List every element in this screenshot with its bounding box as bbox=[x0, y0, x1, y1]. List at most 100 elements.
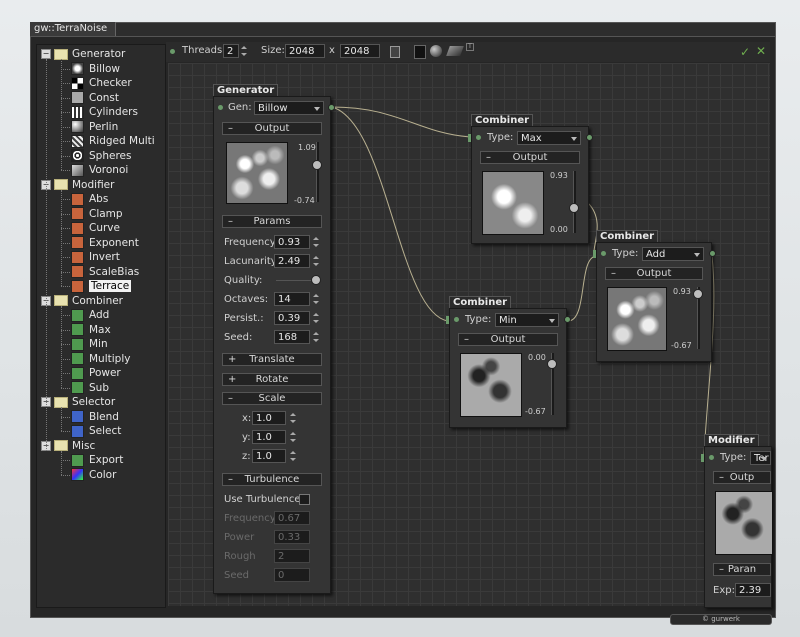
tree-item-billow[interactable]: Billow bbox=[71, 62, 120, 76]
tree-group-modifier[interactable]: − Modifier bbox=[41, 178, 114, 192]
modifier-output-section[interactable]: – Outp bbox=[713, 471, 771, 484]
combiner-add-slider-knob[interactable] bbox=[693, 289, 703, 299]
threads-input[interactable]: 2 bbox=[223, 44, 239, 58]
t-seed-input[interactable]: 0 bbox=[274, 568, 310, 582]
gen-params-section[interactable]: – Params bbox=[222, 215, 322, 228]
combiner-max-output-section[interactable]: – Output bbox=[480, 151, 580, 164]
threads-spinner[interactable] bbox=[240, 44, 247, 58]
tree-group-misc[interactable]: − Misc bbox=[41, 439, 95, 453]
combiner-add-input-port[interactable] bbox=[593, 250, 596, 258]
t-frequency-input[interactable]: 0.67 bbox=[274, 511, 310, 525]
gen-output-slider-knob[interactable] bbox=[312, 160, 322, 170]
octaves-spinner[interactable] bbox=[312, 292, 319, 306]
scale-z-spinner[interactable] bbox=[289, 449, 296, 463]
tree-item-checker[interactable]: Checker bbox=[71, 76, 132, 90]
quality-slider-knob[interactable] bbox=[311, 275, 321, 285]
tree-item-voronoi[interactable]: Voronoi bbox=[71, 163, 128, 177]
modifier-type-select[interactable]: Ter bbox=[750, 451, 771, 465]
collapse-icon[interactable]: − bbox=[41, 49, 51, 59]
combiner-min-slider-knob[interactable] bbox=[547, 359, 557, 369]
gen-type-select[interactable]: Billow bbox=[254, 101, 324, 115]
lock-icon[interactable] bbox=[390, 46, 400, 58]
tree-item-perlin[interactable]: Perlin bbox=[71, 120, 118, 134]
lacunarity-input[interactable]: 2.49 bbox=[274, 254, 310, 268]
tree-item-exponent[interactable]: Exponent bbox=[71, 236, 139, 250]
modifier-params-section[interactable]: – Paran bbox=[713, 563, 771, 576]
tree-item-add[interactable]: Add bbox=[71, 308, 109, 322]
tree-item-blend[interactable]: Blend bbox=[71, 410, 119, 424]
combiner-max-slider-knob[interactable] bbox=[569, 203, 579, 213]
scale-y-input[interactable]: 1.0 bbox=[252, 430, 286, 444]
sphere-preview-icon[interactable] bbox=[430, 45, 442, 57]
gen-turbulence-section[interactable]: – Turbulence bbox=[222, 473, 322, 486]
tree-item-scalebias[interactable]: ScaleBias bbox=[71, 265, 139, 279]
lacunarity-spinner[interactable] bbox=[312, 254, 319, 268]
gen-scale-section[interactable]: – Scale bbox=[222, 392, 322, 405]
combiner-add-type-select[interactable]: Add bbox=[642, 247, 704, 261]
combiner-max-slider[interactable] bbox=[573, 171, 576, 233]
combiner-max-type-select[interactable]: Max bbox=[517, 131, 581, 145]
combiner-add-output-section[interactable]: – Output bbox=[605, 267, 703, 280]
combiner-add-output-port[interactable] bbox=[709, 250, 716, 257]
plane-preview-icon[interactable] bbox=[446, 46, 464, 56]
close-icon[interactable]: ✕ bbox=[756, 44, 766, 58]
scale-y-spinner[interactable] bbox=[289, 430, 296, 444]
generator-output-port[interactable] bbox=[328, 104, 335, 111]
tree-item-export[interactable]: Export bbox=[71, 453, 123, 467]
scale-x-input[interactable]: 1.0 bbox=[252, 411, 286, 425]
tree-item-min[interactable]: Min bbox=[71, 337, 108, 351]
black-preview-icon[interactable] bbox=[414, 45, 426, 59]
seed-spinner[interactable] bbox=[312, 330, 319, 344]
scale-z-input[interactable]: 1.0 bbox=[252, 449, 286, 463]
t-rough-input[interactable]: 2 bbox=[274, 549, 310, 563]
tree-item-clamp[interactable]: Clamp bbox=[71, 207, 123, 221]
combiner-min-type-select[interactable]: Min bbox=[495, 313, 559, 327]
gen-translate-section[interactable]: + Translate bbox=[222, 353, 322, 366]
frequency-input[interactable]: 0.93 bbox=[274, 235, 310, 249]
tree-item-cylinders[interactable]: Cylinders bbox=[71, 105, 138, 119]
size-height-input[interactable]: 2048 bbox=[340, 44, 380, 58]
persist-spinner[interactable] bbox=[312, 311, 319, 325]
size-width-input[interactable]: 2048 bbox=[285, 44, 325, 58]
modifier-input-port[interactable] bbox=[701, 454, 704, 462]
combiner-max-output-port[interactable] bbox=[586, 134, 593, 141]
tree-item-select[interactable]: Select bbox=[71, 424, 121, 438]
quality-slider[interactable] bbox=[276, 280, 316, 281]
tree-item-invert[interactable]: Invert bbox=[71, 250, 120, 264]
persist-input[interactable]: 0.39 bbox=[274, 311, 310, 325]
tree-item-color[interactable]: Color bbox=[71, 468, 116, 482]
octaves-input[interactable]: 14 bbox=[274, 292, 310, 306]
combiner-max-node[interactable]: Type: Max – Output 0.93 0.00 bbox=[471, 126, 589, 244]
combiner-min-node[interactable]: Type: Min – Output 0.00 -0.67 bbox=[449, 308, 567, 428]
tree-item-const[interactable]: Const bbox=[71, 91, 119, 105]
tree-item-abs[interactable]: Abs bbox=[71, 192, 108, 206]
t-power-input[interactable]: 0.33 bbox=[274, 530, 310, 544]
tree-group-combiner[interactable]: − Combiner bbox=[41, 294, 123, 308]
scale-x-spinner[interactable] bbox=[289, 411, 296, 425]
tree-item-power[interactable]: Power bbox=[71, 366, 121, 380]
gen-output-section[interactable]: – Output bbox=[222, 122, 322, 135]
generator-node[interactable]: Gen: Billow – Output 1.09 -0.74 – Params F… bbox=[213, 96, 331, 594]
terrain-preview-icon[interactable]: T bbox=[466, 43, 474, 51]
check-icon[interactable]: ✓ bbox=[740, 45, 750, 59]
seed-input[interactable]: 168 bbox=[274, 330, 310, 344]
combiner-add-node[interactable]: Type: Add – Output 0.93 -0.67 bbox=[596, 242, 712, 362]
use-turbulence-checkbox[interactable] bbox=[299, 494, 310, 505]
tree-group-selector[interactable]: − Selector bbox=[41, 395, 115, 409]
modifier-exp-input[interactable]: 2.39 bbox=[735, 583, 771, 597]
tree-item-terrace[interactable]: Terrace bbox=[71, 279, 132, 293]
combiner-min-output-port[interactable] bbox=[564, 316, 571, 323]
frequency-spinner[interactable] bbox=[312, 235, 319, 249]
tree-item-curve[interactable]: Curve bbox=[71, 221, 120, 235]
tree-group-generator[interactable]: − Generator bbox=[41, 47, 125, 61]
modifier-node[interactable]: Type: Ter – Outp – Paran Exp: 2.39 bbox=[704, 446, 773, 608]
gen-rotate-section[interactable]: + Rotate bbox=[222, 373, 322, 386]
combiner-max-input-port[interactable] bbox=[468, 134, 471, 142]
tree-item-sub[interactable]: Sub bbox=[71, 381, 109, 395]
combiner-min-output-section[interactable]: – Output bbox=[458, 333, 558, 346]
tree-item-multiply[interactable]: Multiply bbox=[71, 352, 130, 366]
combiner-min-input-port[interactable] bbox=[446, 316, 449, 324]
tree-item-spheres[interactable]: Spheres bbox=[71, 149, 131, 163]
tree-item-max[interactable]: Max bbox=[71, 323, 111, 337]
tree-item-ridged-multi[interactable]: Ridged Multi bbox=[71, 134, 155, 148]
